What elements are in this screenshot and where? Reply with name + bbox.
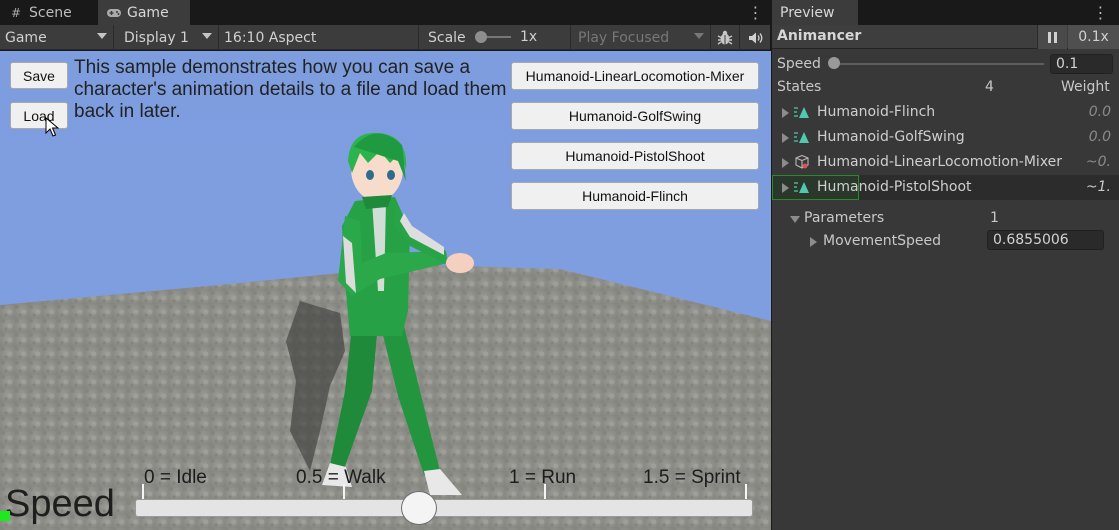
states-label: States [777,79,822,95]
state-name: Humanoid-PistolShoot [817,179,972,195]
status-indicator [0,511,10,521]
aspect-dropdown[interactable]: 16:10 Aspect [219,25,419,50]
anim-button-flinch[interactable]: Humanoid-Flinch [511,182,759,210]
speed-slider-track[interactable] [834,63,1044,65]
state-weight: ~0. [1085,154,1111,170]
hash-icon: # [10,5,22,20]
tab-label: Game [127,4,169,21]
state-row-linear-locomotion-mixer[interactable]: Humanoid-LinearLocomotion-Mixer ~0. [772,150,1119,175]
speed-tick-mark [142,484,144,499]
collapse-arrow-icon[interactable] [790,216,800,223]
parameters-label: Parameters [804,210,885,226]
expand-arrow-icon[interactable] [782,158,789,168]
tab-scene[interactable]: # Scene [0,0,96,25]
scale-knob[interactable] [475,31,487,43]
speed-slider-knob[interactable] [401,491,438,525]
panel-header: Animancer 0.1x [772,25,1119,49]
states-header: States 4 Weight [772,75,1119,100]
expand-arrow-icon[interactable] [810,237,817,247]
tab-label: Scene [29,4,72,21]
dropdown-value: 16:10 Aspect [224,29,317,46]
speed-label: Speed [5,483,115,525]
parameters-row[interactable]: Parameters 1 [772,206,1119,231]
clip-icon [794,107,809,118]
speed-slider-track[interactable] [135,499,753,517]
pause-icon [1048,31,1051,43]
state-row-flinch[interactable]: Humanoid-Flinch 0.0 [772,100,1119,125]
speed-tick-label-sprint: 1.5 = Sprint [643,467,741,488]
tab-label: Preview [780,4,835,21]
states-count: 4 [985,79,994,95]
state-name: Humanoid-GolfSwing [817,129,965,145]
scale-label: Scale [428,29,466,46]
save-button[interactable]: Save [10,62,68,89]
scale-value: 1x [520,29,538,45]
sample-description: This sample demonstrates how you can sav… [74,57,507,122]
expand-arrow-icon[interactable] [782,133,789,143]
rate-button[interactable]: 0.1x [1068,25,1119,49]
preview-menu-kebab-icon[interactable]: ⋮ [1093,0,1109,25]
state-weight: 0.0 [1088,104,1111,120]
speed-tick-label-idle: 0 = Idle [144,467,207,488]
state-name: Humanoid-LinearLocomotion-Mixer [817,154,1063,170]
state-weight: 0.0 [1088,129,1111,145]
gamepad-icon [106,6,122,20]
speed-row: Speed 0.1 [772,52,1119,77]
preview-tab-bar: Preview ⋮ [772,0,1119,25]
weight-label: Weight [1061,79,1110,95]
play-focused-dropdown[interactable]: Play Focused [571,25,711,50]
pause-button[interactable] [1037,25,1067,49]
speed-slider-knob[interactable] [828,57,840,69]
game-menu-kebab-icon[interactable]: ⋮ [748,0,764,25]
speed-tick-mark [544,484,546,499]
game-tab-bar: # Scene Game ⋮ [0,0,770,25]
debug-bug-icon[interactable] [711,25,740,50]
state-weight: ~1. [1085,179,1111,195]
parameter-row-movement-speed: MovementSpeed 0.6855006 [772,229,1119,254]
chevron-down-icon [694,33,704,39]
load-button[interactable]: Load [10,102,68,129]
parameter-value-field[interactable]: 0.6855006 [987,230,1104,250]
speed-tick-label-run: 1 = Run [509,467,577,488]
state-name: Humanoid-Flinch [817,104,936,120]
scale-slider[interactable]: Scale 1x [419,25,571,50]
parameter-name: MovementSpeed [823,233,942,249]
mixer-icon [795,155,809,169]
tab-preview[interactable]: Preview [772,0,858,25]
clip-icon [794,132,809,143]
game-viewport[interactable]: Save Load This sample demonstrates how y… [0,51,771,530]
clip-icon [794,182,809,193]
game-toolbar: Game Display 1 16:10 Aspect Scale 1x Pla… [0,25,770,50]
expand-arrow-icon[interactable] [782,183,789,193]
speed-tick-mark [343,484,345,499]
tab-game[interactable]: Game [98,0,190,25]
dropdown-value: Game [5,29,47,46]
anim-button-linear-locomotion-mixer[interactable]: Humanoid-LinearLocomotion-Mixer [511,62,759,90]
expand-arrow-icon[interactable] [782,108,789,118]
chevron-down-icon [202,33,212,39]
speed-tick-mark [745,484,747,499]
display-mode-dropdown[interactable]: Game [0,25,114,50]
dropdown-value: Play Focused [578,29,670,46]
state-row-pistol-shoot[interactable]: Humanoid-PistolShoot ~1. [772,175,1119,200]
audio-speaker-icon[interactable] [740,25,770,50]
panel-title: Animancer [777,28,862,44]
display-dropdown[interactable]: Display 1 [114,25,219,50]
speed-label: Speed [777,56,821,72]
anim-button-golf-swing[interactable]: Humanoid-GolfSwing [511,102,759,130]
speed-field[interactable]: 0.1 [1050,54,1113,74]
chevron-down-icon [97,33,107,39]
parameters-count: 1 [990,210,999,226]
speed-tick-label-walk: 0.5 = Walk [296,467,386,488]
mouse-cursor-icon [45,116,60,137]
state-row-golf-swing[interactable]: Humanoid-GolfSwing 0.0 [772,125,1119,150]
anim-button-pistol-shoot[interactable]: Humanoid-PistolShoot [511,142,759,170]
animancer-panel: Animancer 0.1x Speed 0.1 States 4 Weight… [772,25,1119,530]
dropdown-value: Display 1 [124,29,189,46]
